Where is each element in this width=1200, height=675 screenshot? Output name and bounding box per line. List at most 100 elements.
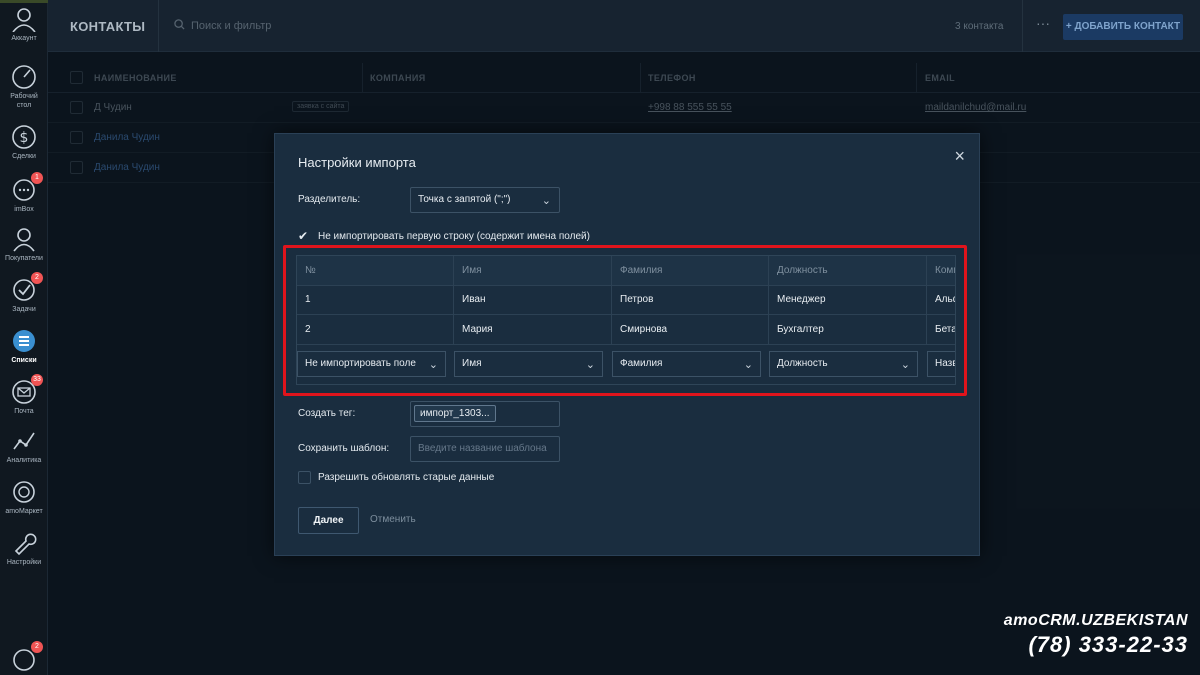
separator-label: Разделитель: (298, 194, 361, 205)
sidebar-top-strip (0, 0, 48, 3)
mail-icon: 33 (11, 374, 43, 405)
search-input[interactable]: Поиск и фильтр (174, 19, 271, 33)
import-preview-grid: № Имя Фамилия Должность Компания 1 Иван … (296, 255, 956, 385)
checkmark-icon[interactable]: ✔ (298, 229, 308, 243)
sidebar-item-label: Сделки (12, 153, 36, 160)
mail-badge: 33 (31, 374, 43, 386)
allow-update-label[interactable]: Разрешить обновлять старые данные (318, 472, 494, 483)
field-mapping-select[interactable]: Имя ⌄ (454, 351, 603, 377)
page-title: КОНТАКТЫ (70, 19, 146, 34)
allow-update-checkbox[interactable] (298, 471, 311, 484)
chevron-down-icon: ⌄ (900, 359, 910, 371)
sidebar-item-label: Покупатели (5, 255, 43, 262)
grid-cell: Бета (927, 315, 955, 345)
sidebar-item-deals[interactable]: $ Сделки (0, 124, 48, 161)
grid-header-row: № Имя Фамилия Должность Компания (297, 256, 955, 286)
sidebar-item-tasks[interactable]: 2 Задачи (0, 272, 48, 314)
grid-header-cell: Имя (454, 256, 612, 286)
grid-cell: Бухгалтер (769, 315, 927, 345)
sidebar-item-label: amoМаркет (5, 508, 43, 515)
lists-icon (11, 328, 37, 354)
brand-watermark: amoCRM.UZBEKISTAN (78) 333-22-33 (1004, 612, 1188, 658)
grid-cell: 1 (297, 285, 454, 315)
customers-icon (11, 226, 37, 252)
separator-value: Точка с запятой (";") (418, 194, 511, 205)
sidebar-item-label: Аккаунт (11, 35, 37, 42)
contact-count: 3 контакта (955, 21, 1004, 32)
mapping-value: Имя (462, 358, 482, 369)
template-label: Сохранить шаблон: (298, 443, 390, 454)
sidebar-item-label: imBox (14, 206, 34, 213)
more-menu-button[interactable]: ··· (1036, 15, 1050, 31)
chevron-down-icon: ⌄ (541, 195, 551, 207)
sidebar-item-label: Аналитика (6, 457, 42, 464)
tag-input[interactable]: импорт_1303... (410, 401, 560, 427)
chevron-down-icon: ⌄ (428, 359, 438, 371)
imbox-badge: 1 (31, 172, 43, 184)
separator-select[interactable]: Точка с запятой (";") ⌄ (410, 187, 560, 213)
tag-chip[interactable]: импорт_1303... (414, 405, 496, 422)
sidebar-item-mail[interactable]: 33 Почта (0, 374, 48, 416)
field-mapping-select[interactable]: Название (927, 351, 956, 377)
top-bar: КОНТАКТЫ Поиск и фильтр 3 контакта ··· +… (48, 0, 1200, 52)
cancel-button[interactable]: Отменить (370, 514, 416, 525)
field-mapping-select[interactable]: Фамилия ⌄ (612, 351, 761, 377)
grid-cell: Альфа (927, 285, 955, 315)
sidebar-item-imbox[interactable]: 1 imBox (0, 172, 48, 214)
next-button[interactable]: Далее (298, 507, 359, 534)
market-icon (11, 479, 37, 505)
sidebar-item-settings[interactable]: Настройки (0, 530, 48, 567)
field-mapping-select[interactable]: Не импортировать поле ⌄ (297, 351, 446, 377)
svg-text:$: $ (20, 130, 29, 146)
bell-icon: 2 (11, 641, 43, 672)
search-icon (174, 19, 185, 33)
search-placeholder: Поиск и фильтр (191, 20, 272, 32)
sidebar-item-market[interactable]: amoМаркет (0, 479, 48, 516)
wrench-icon (11, 530, 37, 556)
sidebar-item-label: Списки (11, 357, 37, 364)
user-icon (11, 6, 37, 33)
mapping-value: Название (935, 358, 956, 369)
grid-cell: Мария (454, 315, 612, 345)
analytics-icon (11, 428, 37, 454)
mapping-value: Должность (777, 358, 828, 369)
grid-cell: Менеджер (769, 285, 927, 315)
grid-header-cell: Должность (769, 256, 927, 286)
grid-header-cell: Компания (927, 256, 955, 286)
chevron-down-icon: ⌄ (743, 359, 753, 371)
bell-badge: 2 (31, 641, 43, 653)
chat-icon: 1 (11, 172, 43, 203)
grid-cell: Петров (612, 285, 769, 315)
grid-header-cell: Фамилия (612, 256, 769, 286)
template-name-input[interactable]: Введите название шаблона (410, 436, 560, 462)
sidebar-item-label: Настройки (6, 559, 42, 566)
sidebar-item-customers[interactable]: Покупатели (0, 226, 48, 263)
dollar-icon: $ (11, 124, 37, 150)
header-divider (1022, 0, 1023, 52)
sidebar-item-analytics[interactable]: Аналитика (0, 428, 48, 465)
grid-data-row: 1 Иван Петров Менеджер Альфа (297, 285, 955, 315)
sidebar-item-lists[interactable]: Списки (0, 328, 48, 365)
sidebar-item-dashboard[interactable]: Рабочий стол (0, 64, 48, 110)
notifications-button[interactable]: 2 (0, 641, 48, 672)
check-icon: 2 (11, 272, 43, 303)
sidebar-item-account[interactable]: Аккаунт (0, 6, 48, 43)
chevron-down-icon: ⌄ (585, 359, 595, 371)
grid-cell: Смирнова (612, 315, 769, 345)
skip-first-row-label[interactable]: Не импортировать первую строку (содержит… (318, 231, 590, 242)
brand-logo: amoCRM.UZBEKISTAN (1003, 612, 1188, 629)
tasks-badge: 2 (31, 272, 43, 284)
grid-header-cell: № (297, 256, 454, 286)
mapping-value: Фамилия (620, 358, 663, 369)
close-icon[interactable]: × (954, 146, 965, 167)
add-contact-button[interactable]: + ДОБАВИТЬ КОНТАКТ (1063, 14, 1183, 40)
import-settings-dialog: Настройки импорта × Разделитель: Точка с… (274, 133, 980, 556)
tag-label: Создать тег: (298, 408, 356, 419)
mapping-value: Не импортировать поле (305, 358, 416, 369)
sidebar-item-label: Рабочий стол (10, 93, 38, 109)
grid-cell: 2 (297, 315, 454, 345)
grid-cell: Иван (454, 285, 612, 315)
header-divider (158, 0, 159, 52)
left-sidebar: Аккаунт Рабочий стол $ Сделки 1 imBox По… (0, 0, 48, 675)
field-mapping-select[interactable]: Должность ⌄ (769, 351, 918, 377)
